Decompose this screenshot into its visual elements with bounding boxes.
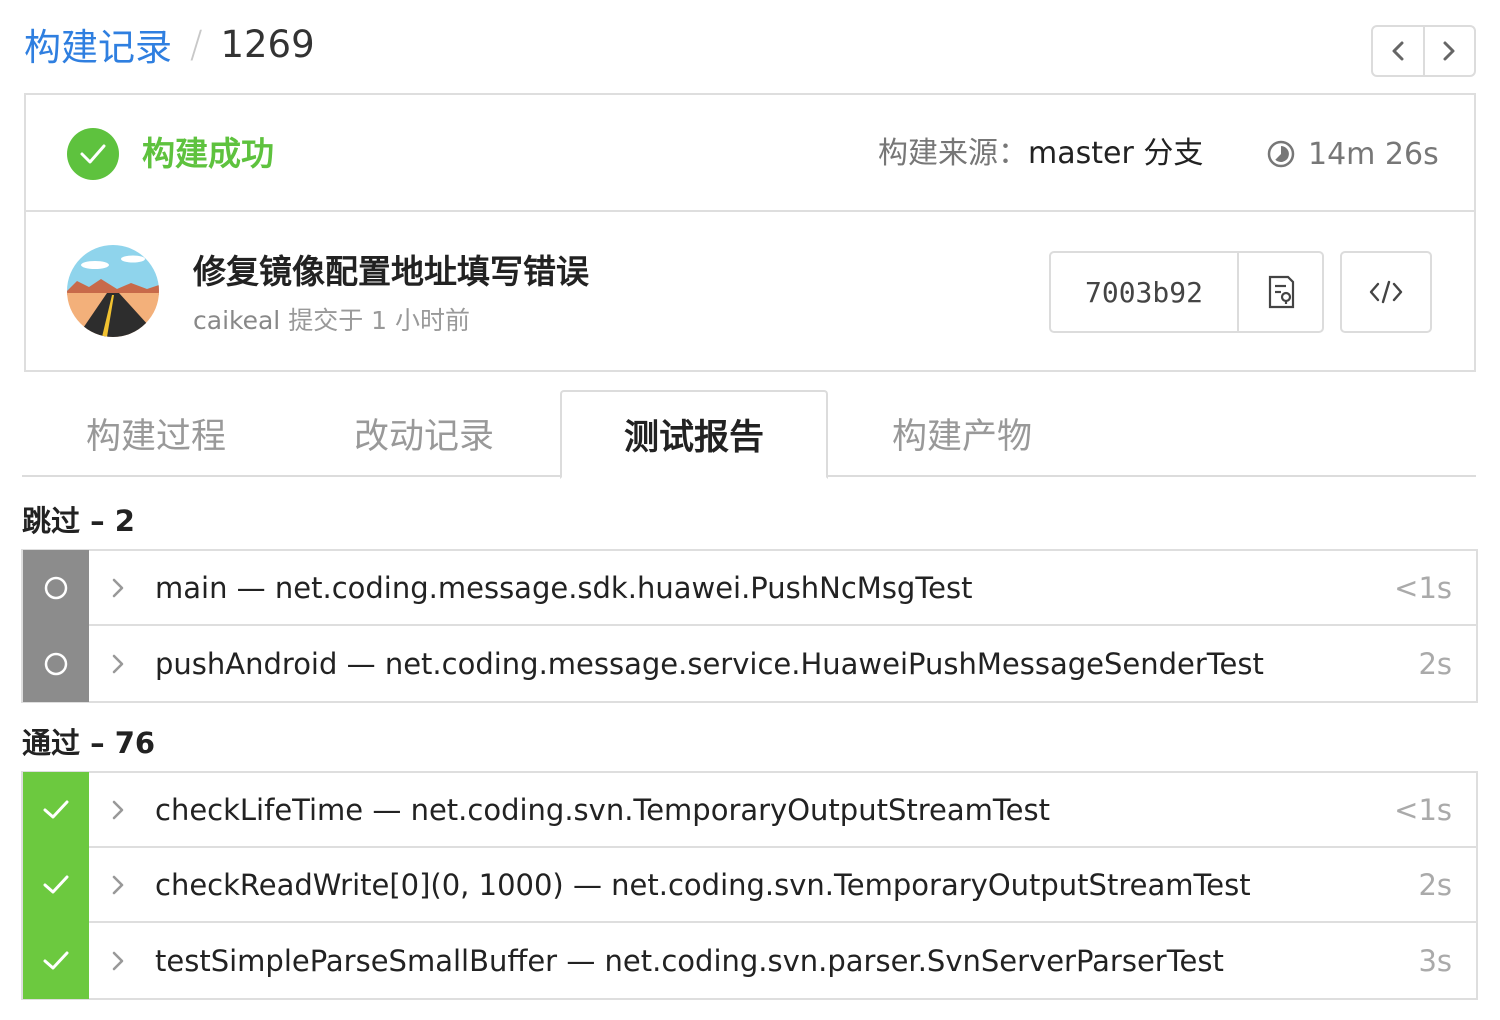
commit-message[interactable]: 修复镜像配置地址填写错误 — [193, 245, 589, 293]
build-duration-text: 14m 26s — [1308, 136, 1439, 172]
test-name: main — net.coding.message.sdk.huawei.Pus… — [155, 570, 973, 605]
expand-chevron[interactable] — [111, 626, 125, 701]
test-row[interactable]: checkReadWrite[0](0, 1000) — net.coding.… — [23, 847, 1476, 923]
commit-file-icon — [1268, 275, 1294, 309]
passed-status — [23, 847, 89, 922]
circle-icon — [44, 652, 68, 675]
check-icon — [43, 800, 69, 818]
tab-build-process[interactable]: 构建过程 — [22, 390, 290, 477]
test-duration: 2s — [1418, 867, 1452, 902]
test-name: checkLifeTime — net.coding.svn.Temporary… — [155, 792, 1050, 827]
chevron-right-icon — [112, 800, 124, 819]
chevron-right-icon — [1443, 41, 1455, 61]
chevron-right-icon — [112, 875, 124, 894]
chevron-right-icon — [112, 654, 124, 673]
chevron-right-icon — [112, 951, 124, 970]
code-icon — [1369, 280, 1403, 304]
passed-status — [23, 922, 89, 999]
view-code-button[interactable] — [1340, 251, 1432, 333]
check-icon — [43, 875, 69, 893]
avatar[interactable] — [67, 245, 159, 337]
next-build-button[interactable] — [1422, 27, 1475, 75]
circle-icon — [44, 576, 68, 599]
build-duration: 14m 26s — [1266, 129, 1439, 179]
passed-section-title: 通过 – 76 — [22, 726, 156, 760]
skipped-status — [23, 550, 89, 625]
build-source: 构建来源：master 分支 — [878, 129, 1203, 179]
build-summary-card: 构建成功 构建来源：master 分支 14m 26s 修复镜像配置地址填写错误… — [24, 93, 1476, 372]
expand-chevron[interactable] — [111, 923, 125, 998]
passed-test-list: checkLifeTime — net.coding.svn.Temporary… — [21, 771, 1478, 1000]
skipped-section-title: 跳过 – 2 — [22, 504, 135, 538]
tab-changes[interactable]: 改动记录 — [290, 390, 558, 477]
commit-meta: caikeal 提交于 1 小时前 — [193, 301, 470, 337]
chevron-left-icon — [1392, 41, 1404, 61]
test-row[interactable]: testSimpleParseSmallBuffer — net.coding.… — [23, 922, 1476, 999]
commit-sha[interactable]: 7003b92 — [1051, 253, 1239, 331]
commit-time: 提交于 1 小时前 — [288, 306, 471, 335]
skipped-test-list: main — net.coding.message.sdk.huawei.Pus… — [21, 549, 1478, 703]
build-status-text: 构建成功 — [142, 134, 274, 173]
view-commit-button[interactable] — [1239, 253, 1322, 331]
test-duration: 2s — [1418, 646, 1452, 681]
test-name: testSimpleParseSmallBuffer — net.coding.… — [155, 943, 1224, 978]
expand-chevron[interactable] — [111, 551, 125, 624]
tab-test-report[interactable]: 测试报告 — [560, 390, 828, 479]
test-name: checkReadWrite[0](0, 1000) — net.coding.… — [155, 867, 1251, 902]
test-row[interactable]: checkLifeTime — net.coding.svn.Temporary… — [23, 772, 1476, 848]
build-number: 1269 — [220, 22, 315, 66]
test-duration: 3s — [1418, 943, 1452, 978]
test-row[interactable]: pushAndroid — net.coding.message.service… — [23, 625, 1476, 702]
breadcrumb: 构建记录 / 1269 — [24, 18, 315, 70]
commit-author[interactable]: caikeal — [193, 306, 280, 335]
expand-chevron[interactable] — [111, 848, 125, 921]
build-source-branch[interactable]: master 分支 — [1028, 136, 1203, 171]
breadcrumb-build-records-link[interactable]: 构建记录 — [24, 17, 172, 71]
check-icon — [43, 951, 69, 969]
tab-artifacts[interactable]: 构建产物 — [828, 390, 1096, 477]
build-pager — [1371, 25, 1476, 77]
test-row[interactable]: main — net.coding.message.sdk.huawei.Pus… — [23, 550, 1476, 626]
chevron-right-icon — [112, 578, 124, 597]
build-status-row: 构建成功 构建来源：master 分支 14m 26s — [26, 95, 1474, 212]
skipped-status — [23, 625, 89, 702]
success-check-icon — [67, 128, 119, 180]
commit-sha-group: 7003b92 — [1049, 251, 1324, 333]
build-source-label: 构建来源： — [878, 136, 1028, 171]
test-duration: <1s — [1394, 792, 1452, 827]
build-tabs: 构建过程 改动记录 测试报告 构建产物 — [22, 390, 1476, 479]
test-duration: <1s — [1394, 570, 1452, 605]
previous-build-button[interactable] — [1373, 27, 1423, 75]
expand-chevron[interactable] — [111, 773, 125, 846]
breadcrumb-separator: / — [190, 22, 203, 66]
test-name: pushAndroid — net.coding.message.service… — [155, 646, 1264, 681]
clock-icon — [1267, 140, 1295, 168]
passed-status — [23, 772, 89, 847]
